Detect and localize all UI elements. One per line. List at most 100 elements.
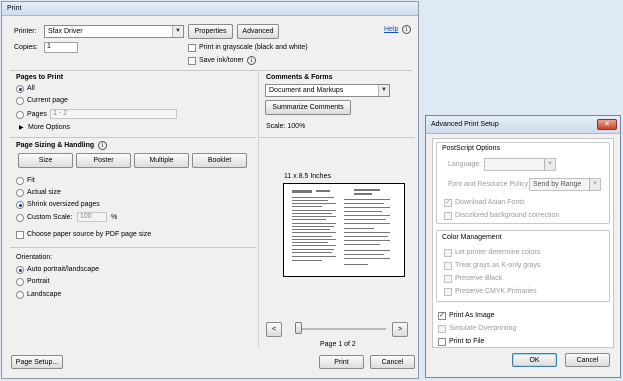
print-dialog-title: Print — [7, 5, 22, 12]
custom-scale-percent: % — [111, 214, 118, 221]
preserve-black-checkbox[interactable] — [444, 275, 452, 283]
comments-forms-heading: Comments & Forms — [266, 74, 333, 81]
print-as-image-label: Print As Image — [449, 312, 495, 319]
help-link[interactable]: Help — [384, 26, 398, 33]
page-sizing-info-icon[interactable]: i — [98, 141, 107, 150]
auto-orientation-radio[interactable] — [16, 266, 24, 274]
divider — [258, 137, 415, 138]
print-dialog-titlebar[interactable]: Print — [2, 2, 418, 16]
more-options-arrow-icon[interactable]: ▶ — [19, 124, 24, 131]
color-management-heading: Color Management — [442, 234, 502, 241]
close-icon[interactable]: ✕ — [597, 119, 617, 130]
fit-radio[interactable] — [16, 177, 24, 185]
simulate-overprinting-checkbox[interactable] — [438, 325, 446, 333]
more-options-label[interactable]: More Options — [28, 124, 70, 131]
pages-to-print-heading: Pages to Print — [16, 74, 64, 81]
print-button[interactable]: Print — [319, 355, 364, 369]
paper-size-label: 11 x 8.5 Inches — [284, 173, 331, 180]
chevron-down-icon: ▼ — [378, 85, 389, 96]
save-ink-info-icon[interactable]: i — [247, 56, 256, 65]
font-resource-policy-label: Font and Resource Policy: — [448, 181, 531, 188]
font-resource-policy-value: Send by Range — [533, 181, 582, 188]
paper-source-label: Choose paper source by PDF page size — [27, 231, 152, 238]
portrait-label: Portrait — [27, 278, 50, 285]
save-ink-checkbox[interactable] — [188, 57, 196, 65]
page-indicator: Page 1 of 2 — [320, 341, 356, 348]
shrink-oversized-label: Shrink oversized pages — [27, 201, 100, 208]
page-slider-track[interactable] — [298, 328, 386, 330]
treat-grays-checkbox[interactable] — [444, 262, 452, 270]
advanced-dialog-titlebar[interactable]: Advanced Print Setup ✕ — [426, 116, 620, 134]
scale-label: Scale: 100% — [266, 123, 306, 130]
divider — [10, 247, 256, 248]
actual-size-label: Actual size — [27, 189, 61, 196]
discolored-background-label: Discolored background correction — [455, 212, 560, 219]
pages-range-input[interactable]: 1 - 2 — [50, 109, 177, 119]
preserve-cmyk-label: Preserve CMYK Primaries — [455, 288, 537, 295]
page-setup-button[interactable]: Page Setup... — [11, 355, 63, 369]
download-asian-fonts-checkbox[interactable]: ✓ — [444, 199, 452, 207]
cancel-button[interactable]: Cancel — [370, 355, 415, 369]
portrait-radio[interactable] — [16, 278, 24, 286]
actual-size-radio[interactable] — [16, 189, 24, 197]
pages-all-radio[interactable] — [16, 85, 24, 93]
next-page-button[interactable]: > — [392, 322, 408, 337]
properties-button[interactable]: Properties — [188, 24, 233, 39]
pages-current-label: Current page — [27, 97, 68, 104]
custom-scale-label: Custom Scale: — [27, 214, 73, 221]
copies-label: Copies: — [14, 44, 38, 51]
page-sizing-heading: Page Sizing & Handling — [16, 142, 95, 149]
copies-input[interactable]: 1 — [44, 42, 78, 53]
grayscale-label: Print in grayscale (black and white) — [199, 44, 308, 51]
page-slider-thumb[interactable] — [295, 322, 302, 334]
fit-label: Fit — [27, 177, 35, 184]
comments-forms-select[interactable]: Document and Markups ▼ — [265, 84, 390, 97]
preserve-black-label: Preserve Black — [455, 275, 503, 282]
page-preview — [283, 183, 405, 277]
print-to-file-checkbox[interactable] — [438, 338, 446, 346]
pages-range-radio[interactable] — [16, 111, 24, 119]
shrink-oversized-radio[interactable] — [16, 201, 24, 209]
printer-determine-colors-label: Let printer determine colors — [455, 249, 541, 256]
printer-value: Sfax Driver — [48, 28, 83, 35]
custom-scale-radio[interactable] — [16, 214, 24, 222]
paper-source-checkbox[interactable] — [16, 231, 24, 239]
divider — [10, 137, 256, 138]
discolored-background-checkbox[interactable] — [444, 212, 452, 220]
help-info-icon[interactable]: i — [402, 25, 411, 34]
printer-select[interactable]: Sfax Driver ▼ — [44, 25, 184, 38]
landscape-radio[interactable] — [16, 291, 24, 299]
chevron-down-icon: ▼ — [544, 159, 555, 170]
landscape-label: Landscape — [27, 291, 62, 298]
preserve-cmyk-checkbox[interactable] — [444, 288, 452, 296]
poster-button[interactable]: Poster — [76, 153, 131, 168]
booklet-button[interactable]: Booklet — [192, 153, 247, 168]
multiple-button[interactable]: Multiple — [134, 153, 189, 168]
ok-button[interactable]: OK — [512, 353, 557, 367]
font-resource-policy-select[interactable]: Send by Range ▼ — [529, 178, 601, 191]
summarize-comments-button[interactable]: Summarize Comments — [265, 100, 351, 115]
print-to-file-label: Print to File — [449, 338, 485, 345]
printer-determine-colors-checkbox[interactable] — [444, 249, 452, 257]
previous-page-button[interactable]: < — [266, 322, 282, 337]
pages-all-label: All — [27, 85, 35, 92]
treat-grays-label: Treat grays as K-only grays — [455, 262, 541, 269]
grayscale-checkbox[interactable] — [188, 44, 196, 52]
language-select[interactable]: ▼ — [484, 158, 556, 171]
custom-scale-input[interactable]: 100 — [77, 212, 107, 222]
language-label: Language: — [448, 161, 482, 168]
simulate-overprinting-label: Simulate Overprinting — [449, 325, 517, 332]
print-as-image-checkbox[interactable]: ✓ — [438, 312, 446, 320]
pages-current-radio[interactable] — [16, 97, 24, 105]
save-ink-label: Save ink/toner — [199, 57, 244, 64]
advanced-button[interactable]: Advanced — [237, 24, 279, 39]
size-button[interactable]: Size — [18, 153, 73, 168]
orientation-heading: Orientation: — [16, 254, 53, 261]
comments-forms-value: Document and Markups — [269, 87, 344, 94]
page-preview-thumbnail — [292, 189, 390, 265]
advanced-cancel-button[interactable]: Cancel — [565, 353, 610, 367]
auto-orientation-label: Auto portrait/landscape — [27, 266, 99, 273]
print-dialog: Print Printer: Sfax Driver ▼ Properties … — [1, 1, 419, 379]
advanced-print-setup-dialog: Advanced Print Setup ✕ PostScript Option… — [425, 115, 621, 378]
pages-range-label: Pages — [27, 111, 47, 118]
